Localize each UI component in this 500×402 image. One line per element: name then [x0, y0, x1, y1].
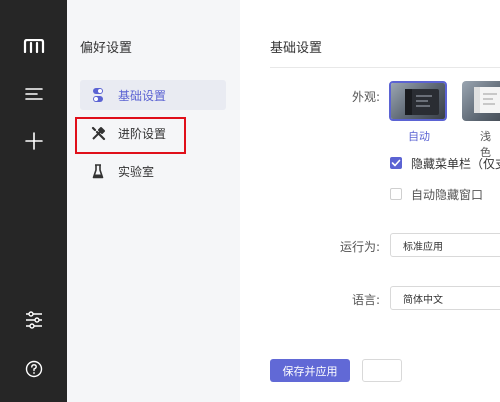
settings-main: 基础设置 外观: 自动 浅色 隐藏菜单栏（仅支 自动隐藏窗口 运行为: 标准应用… [240, 0, 500, 402]
auto-hide-window-checkbox[interactable] [390, 188, 402, 200]
hide-menubar-label: 隐藏菜单栏（仅支 [411, 157, 500, 171]
divider [270, 67, 500, 68]
toggle-icon [90, 87, 106, 103]
appearance-option-light[interactable] [462, 81, 500, 121]
appearance-option-auto[interactable] [389, 81, 447, 121]
highlight-box [75, 117, 186, 154]
page-title: 基础设置 [270, 41, 323, 56]
app-logo-icon[interactable] [0, 36, 67, 56]
secondary-button[interactable] [362, 359, 402, 382]
language-select[interactable]: 简体中文 [390, 286, 500, 310]
appearance-label: 外观: [351, 90, 380, 104]
plus-icon[interactable] [0, 131, 67, 151]
menu-lines-icon[interactable] [0, 84, 67, 104]
icon-rail [0, 0, 67, 402]
auto-hide-window-label: 自动隐藏窗口 [411, 188, 484, 202]
appearance-caption-auto: 自动 [408, 130, 430, 143]
flask-icon [90, 163, 106, 179]
nav-item-basic-settings[interactable]: 基础设置 [80, 80, 226, 110]
language-label: 语言: [351, 293, 380, 307]
nav-item-label: 基础设置 [118, 88, 167, 103]
nav-item-lab[interactable]: 实验室 [80, 156, 226, 186]
sliders-icon[interactable] [0, 310, 67, 330]
run-as-select[interactable]: 标准应用 [390, 233, 500, 257]
run-as-label: 运行为: [339, 240, 380, 254]
settings-nav: 偏好设置 基础设置 进阶设置 实验室 [67, 0, 240, 402]
hide-menubar-checkbox[interactable] [390, 157, 402, 169]
nav-title: 偏好设置 [80, 41, 133, 56]
nav-item-label: 实验室 [118, 164, 155, 179]
save-apply-button[interactable]: 保存并应用 [270, 359, 350, 382]
help-circle-icon[interactable] [0, 359, 67, 379]
